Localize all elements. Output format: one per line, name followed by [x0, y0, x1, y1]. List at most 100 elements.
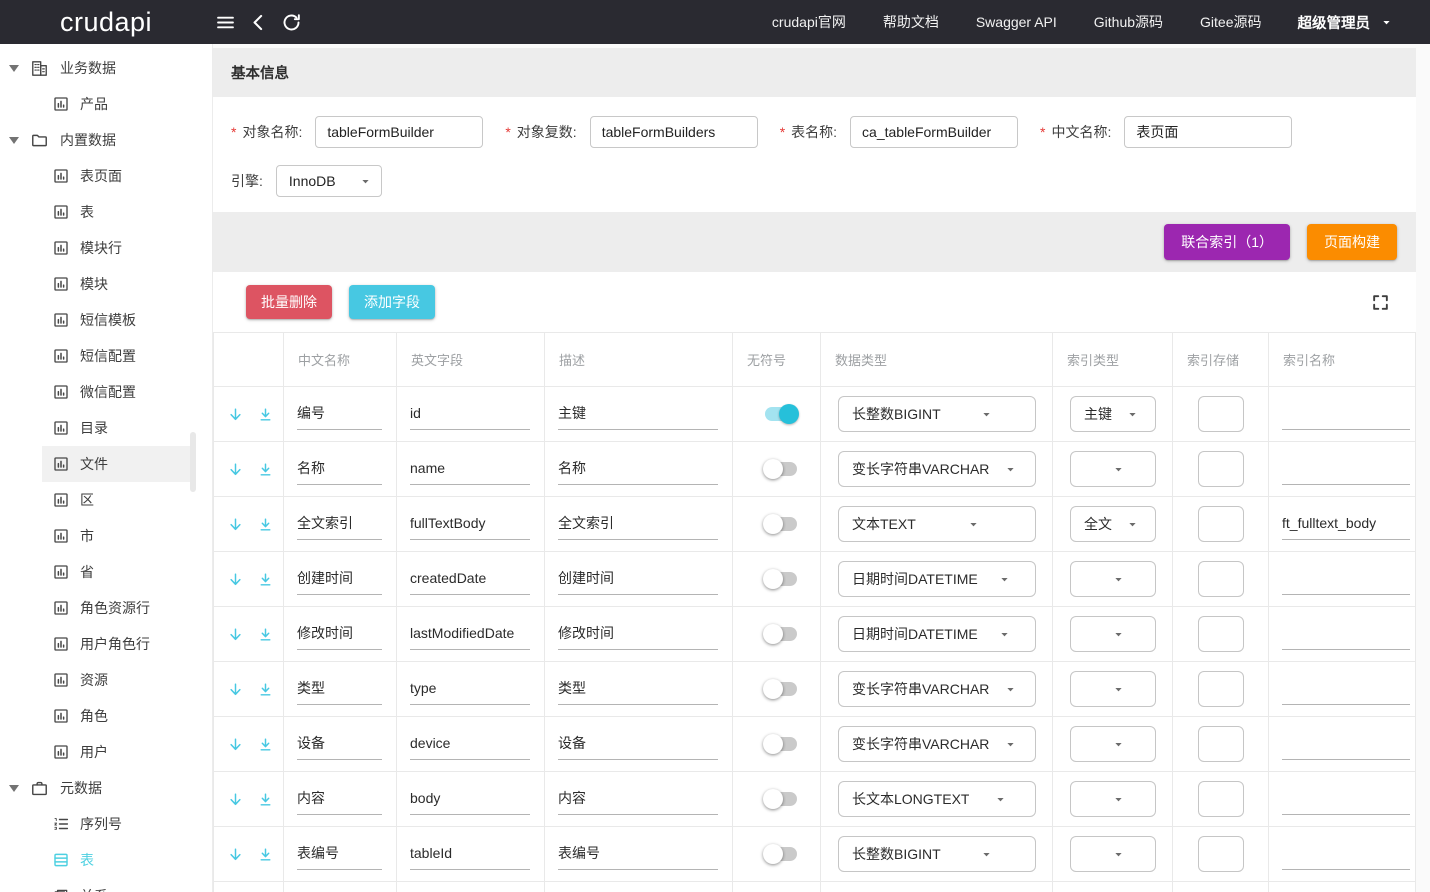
index-storage-select[interactable] [1198, 671, 1244, 707]
description-input[interactable] [558, 839, 718, 870]
en-field-input[interactable] [410, 674, 530, 705]
expander-icon[interactable] [9, 137, 19, 144]
sidebar-item[interactable]: 市 [42, 518, 196, 554]
topbar-link[interactable]: crudapi官网 [772, 12, 846, 32]
fullscreen-icon[interactable] [1371, 293, 1390, 312]
index-type-select[interactable]: 全文 [1070, 506, 1156, 542]
index-type-select[interactable] [1070, 781, 1156, 817]
topbar-link[interactable]: Github源码 [1094, 12, 1163, 32]
insert-below-icon[interactable] [257, 571, 274, 588]
sidebar-item[interactable]: 角色资源行 [42, 590, 196, 626]
sidebar-item[interactable]: 角色 [42, 698, 196, 734]
index-storage-select[interactable] [1198, 836, 1244, 872]
move-down-icon[interactable] [227, 461, 244, 478]
cn-name-input[interactable] [297, 619, 382, 650]
index-storage-select[interactable] [1198, 726, 1244, 762]
sidebar-group[interactable]: 元数据 [0, 770, 212, 806]
cn-name-input[interactable] [297, 839, 382, 870]
object-plural-input[interactable] [590, 116, 758, 148]
object-name-input[interactable] [315, 116, 483, 148]
data-type-select[interactable]: 文本TEXT [838, 506, 1036, 542]
move-down-icon[interactable] [227, 626, 244, 643]
composite-index-button[interactable]: 联合索引（1） [1164, 224, 1290, 260]
data-type-select[interactable]: 长整数BIGINT [838, 836, 1036, 872]
sidebar-item[interactable]: 微信配置 [42, 374, 196, 410]
index-storage-select[interactable] [1198, 506, 1244, 542]
sidebar-item[interactable]: 资源 [42, 662, 196, 698]
index-type-select[interactable] [1070, 451, 1156, 487]
index-type-select[interactable] [1070, 726, 1156, 762]
index-storage-select[interactable] [1198, 616, 1244, 652]
sidebar-item[interactable]: 模块行 [42, 230, 196, 266]
data-type-select[interactable]: 变长字符串VARCHAR [838, 726, 1036, 762]
description-input[interactable] [558, 454, 718, 485]
insert-below-icon[interactable] [257, 626, 274, 643]
unsigned-toggle[interactable] [763, 734, 799, 754]
sidebar-item[interactable]: 序列号 [42, 806, 196, 842]
sidebar-item[interactable]: 短信配置 [42, 338, 196, 374]
move-down-icon[interactable] [227, 571, 244, 588]
en-field-input[interactable] [410, 509, 530, 540]
cn-name-input[interactable] [297, 509, 382, 540]
sidebar-item[interactable]: 短信模板 [42, 302, 196, 338]
expander-icon[interactable] [9, 65, 19, 72]
en-field-input[interactable] [410, 619, 530, 650]
add-field-button[interactable]: 添加字段 [349, 285, 435, 319]
index-name-input[interactable] [1282, 839, 1410, 870]
table-name-input[interactable] [850, 116, 1018, 148]
move-down-icon[interactable] [227, 681, 244, 698]
insert-below-icon[interactable] [257, 406, 274, 423]
topbar-link[interactable]: Swagger API [976, 14, 1057, 30]
insert-below-icon[interactable] [257, 736, 274, 753]
sidebar-item[interactable]: 用户 [42, 734, 196, 770]
menu-icon[interactable] [215, 12, 236, 33]
sidebar-scrollbar-thumb[interactable] [190, 432, 196, 492]
index-storage-select[interactable] [1198, 561, 1244, 597]
index-type-select[interactable] [1070, 616, 1156, 652]
back-icon[interactable] [248, 12, 269, 33]
expander-icon[interactable] [9, 785, 19, 792]
index-type-select[interactable]: 主键 [1070, 396, 1156, 432]
chinese-name-input[interactable] [1124, 116, 1292, 148]
index-storage-select[interactable] [1198, 781, 1244, 817]
description-input[interactable] [558, 674, 718, 705]
index-name-input[interactable] [1282, 399, 1410, 430]
index-name-input[interactable] [1282, 454, 1410, 485]
sidebar-item[interactable]: 产品 [42, 86, 196, 122]
index-name-input[interactable] [1282, 729, 1410, 760]
sidebar-item[interactable]: 表页面 [42, 158, 196, 194]
user-menu[interactable]: 超级管理员 [1298, 12, 1395, 33]
unsigned-toggle[interactable] [763, 459, 799, 479]
move-down-icon[interactable] [227, 736, 244, 753]
batch-delete-button[interactable]: 批量删除 [246, 285, 332, 319]
data-type-select[interactable]: 长整数BIGINT [838, 396, 1036, 432]
cn-name-input[interactable] [297, 454, 382, 485]
data-type-select[interactable]: 变长字符串VARCHAR [838, 451, 1036, 487]
move-down-icon[interactable] [227, 516, 244, 533]
description-input[interactable] [558, 784, 718, 815]
unsigned-toggle[interactable] [763, 569, 799, 589]
refresh-icon[interactable] [281, 12, 302, 33]
unsigned-toggle[interactable] [763, 514, 799, 534]
index-storage-select[interactable] [1198, 451, 1244, 487]
insert-below-icon[interactable] [257, 791, 274, 808]
en-field-input[interactable] [410, 729, 530, 760]
en-field-input[interactable] [410, 564, 530, 595]
data-type-select[interactable]: 长文本LONGTEXT [838, 781, 1036, 817]
sidebar-item[interactable]: 表 [42, 194, 196, 230]
sidebar-item[interactable]: 省 [42, 554, 196, 590]
cn-name-input[interactable] [297, 399, 382, 430]
en-field-input[interactable] [410, 454, 530, 485]
en-field-input[interactable] [410, 399, 530, 430]
sidebar-item[interactable]: 模块 [42, 266, 196, 302]
unsigned-toggle[interactable] [763, 404, 799, 424]
insert-below-icon[interactable] [257, 516, 274, 533]
en-field-input[interactable] [410, 784, 530, 815]
cn-name-input[interactable] [297, 784, 382, 815]
data-type-select[interactable]: 日期时间DATETIME [838, 616, 1036, 652]
unsigned-toggle[interactable] [763, 679, 799, 699]
data-type-select[interactable]: 日期时间DATETIME [838, 561, 1036, 597]
index-name-input[interactable] [1282, 784, 1410, 815]
index-type-select[interactable] [1070, 561, 1156, 597]
move-down-icon[interactable] [227, 846, 244, 863]
